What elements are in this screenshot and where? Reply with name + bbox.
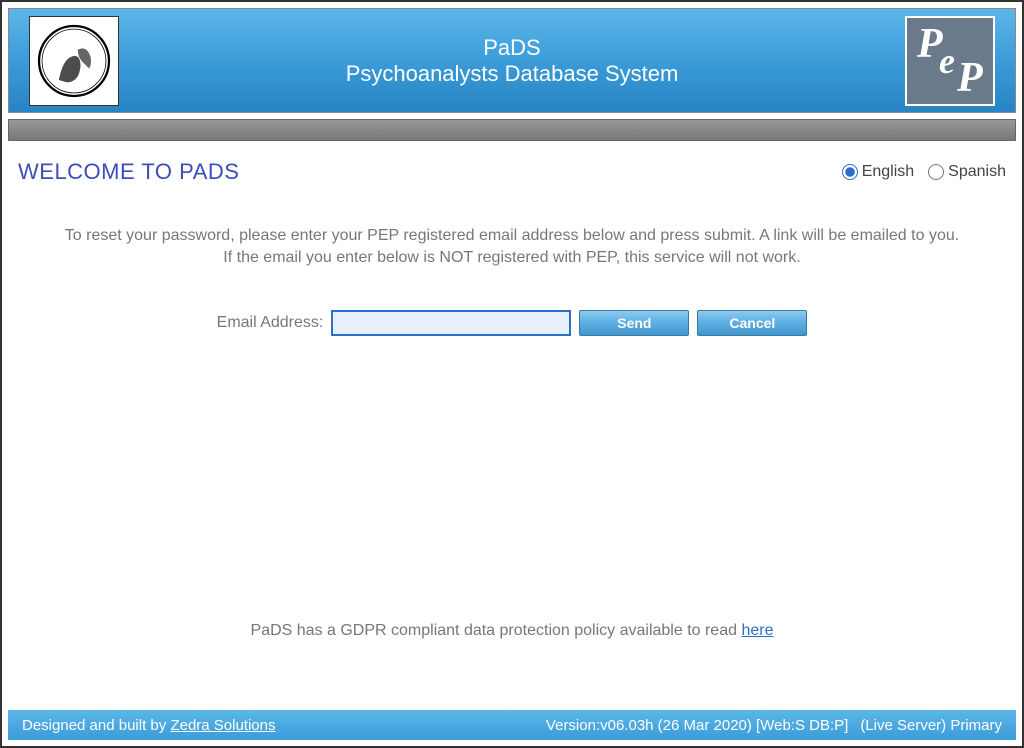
lang-radio-english[interactable] (842, 164, 858, 180)
footer-server: (Live Server) Primary (860, 717, 1002, 734)
gdpr-link[interactable]: here (741, 622, 773, 639)
lang-radio-spanish[interactable] (928, 164, 944, 180)
footer-version: Version:v06.03h (26 Mar 2020) [Web:S DB:… (546, 717, 848, 734)
gdpr-notice: PaDS has a GDPR compliant data protectio… (18, 622, 1006, 640)
main-content: WELCOME TO PADS English Spanish To reset… (8, 141, 1016, 710)
lang-option-spanish[interactable]: Spanish (928, 163, 1006, 181)
instruction-text: To reset your password, please enter you… (18, 225, 1006, 270)
footer-credit-prefix: Designed and built by (22, 717, 170, 734)
instruction-line1: To reset your password, please enter you… (18, 225, 1006, 247)
header-title-line1: PaDS (119, 35, 905, 61)
email-field[interactable] (331, 310, 571, 336)
reset-form: Email Address: Send Cancel (18, 310, 1006, 336)
header-title-line2: Psychoanalysts Database System (119, 61, 905, 87)
footer-credit: Designed and built by Zedra Solutions (22, 717, 276, 734)
pep-logo-right: P e P (905, 16, 995, 106)
language-selector: English Spanish (842, 163, 1006, 181)
freud-seal-icon (36, 23, 112, 99)
email-label: Email Address: (217, 314, 324, 332)
instruction-line2: If the email you enter below is NOT regi… (18, 247, 1006, 269)
menu-bar (8, 119, 1016, 141)
gdpr-text: PaDS has a GDPR compliant data protectio… (251, 622, 742, 639)
page-title: WELCOME TO PADS (18, 159, 239, 185)
send-button[interactable]: Send (579, 310, 689, 336)
footer-bar: Designed and built by Zedra Solutions Ve… (8, 710, 1016, 740)
header-banner: PaDS Psychoanalysts Database System P e … (8, 8, 1016, 113)
lang-label-spanish: Spanish (948, 163, 1006, 181)
header-title: PaDS Psychoanalysts Database System (119, 35, 905, 87)
cancel-button[interactable]: Cancel (697, 310, 807, 336)
org-logo-left (29, 16, 119, 106)
lang-label-english: English (862, 163, 914, 181)
footer-credit-link[interactable]: Zedra Solutions (170, 717, 275, 734)
lang-option-english[interactable]: English (842, 163, 914, 181)
